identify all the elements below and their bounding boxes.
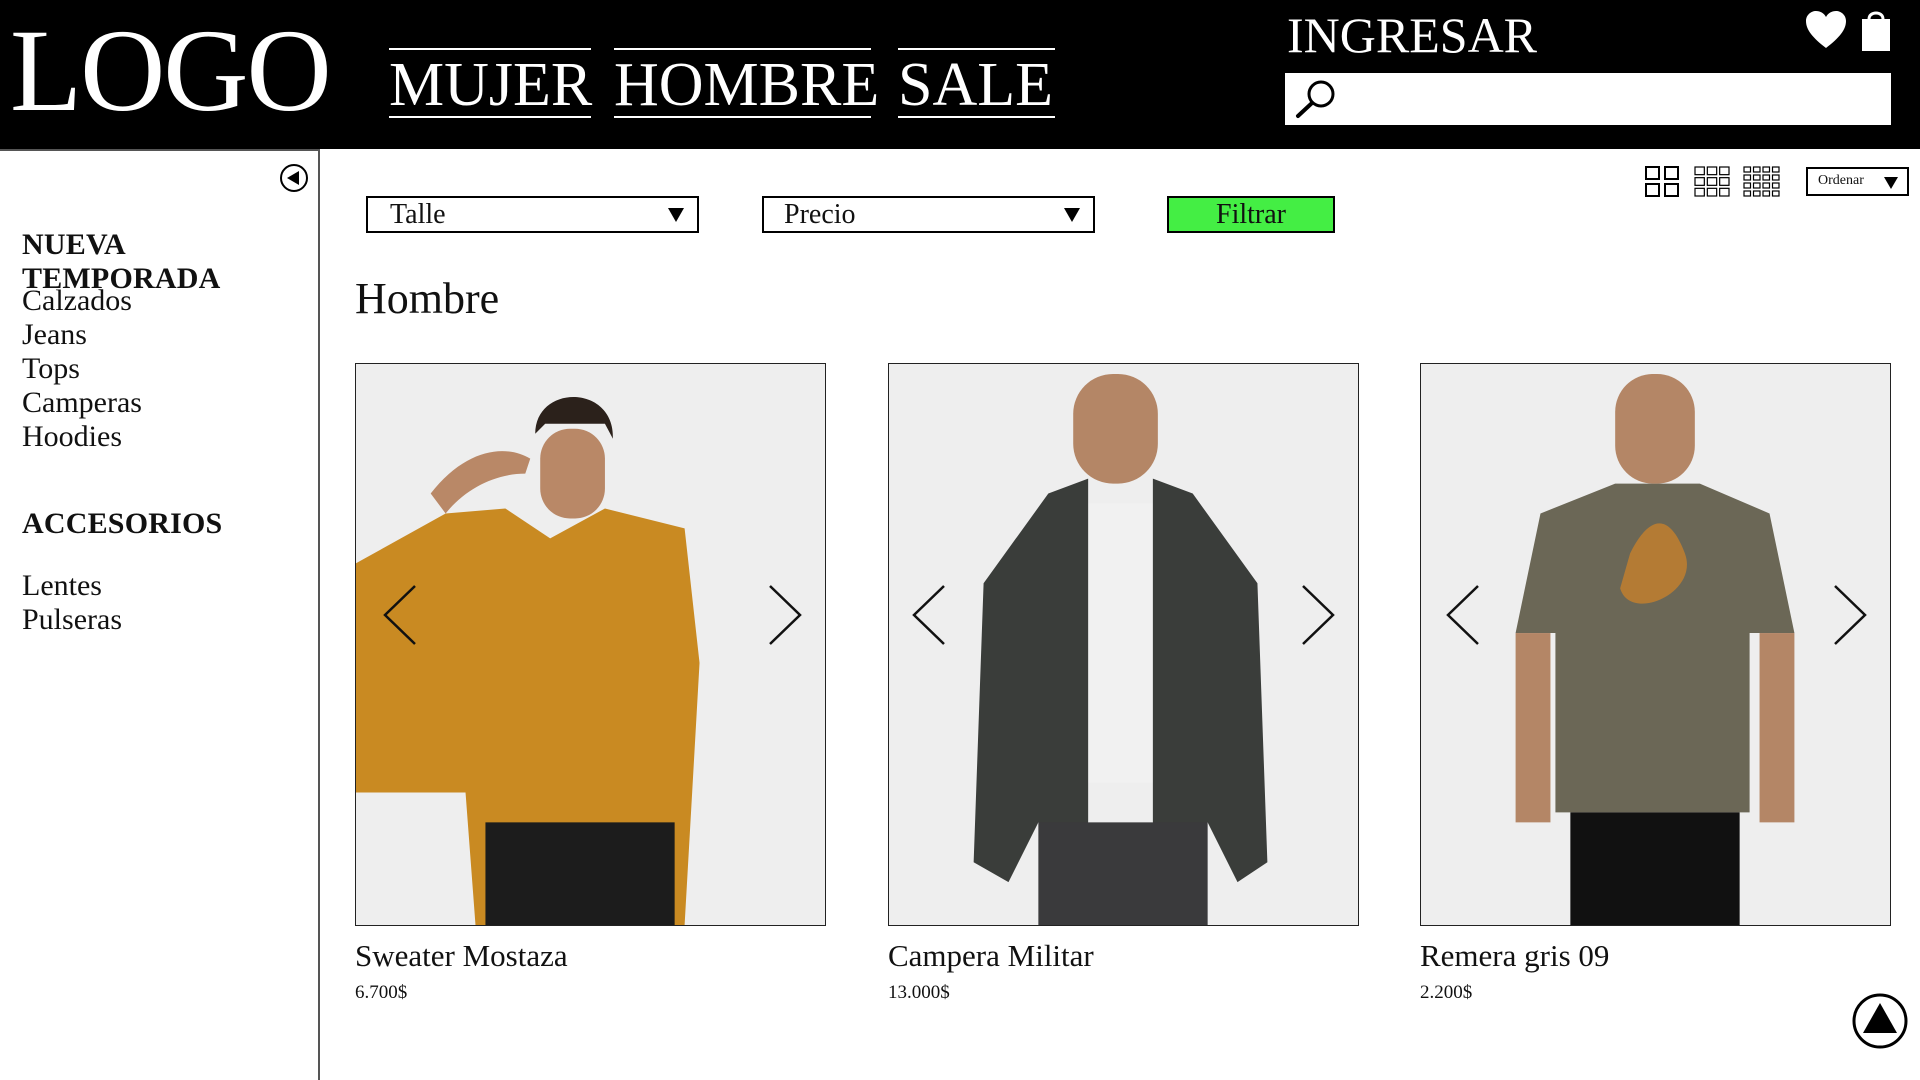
filter-button[interactable]: Filtrar	[1167, 196, 1335, 233]
sidebar-item-jeans[interactable]: Jeans	[22, 318, 142, 352]
grid-cell	[1694, 166, 1705, 176]
dropdown-arrow-icon	[668, 208, 684, 222]
grid-cell	[1706, 177, 1718, 186]
grid-cell	[1743, 174, 1752, 181]
grid-3x3-icon[interactable]	[1694, 166, 1730, 197]
size-dropdown[interactable]: Talle	[366, 196, 699, 233]
search-box	[1285, 73, 1891, 125]
grid-4x4-icon[interactable]	[1743, 166, 1780, 197]
grid-cell	[1719, 166, 1730, 176]
nav-sale[interactable]: SALE	[898, 48, 1055, 119]
sidebar-item-pulseras[interactable]: Pulseras	[22, 603, 122, 637]
sidebar-list-accesorios: Lentes Pulseras	[22, 569, 122, 637]
grid-cell	[1762, 166, 1771, 173]
chevron-left-icon[interactable]	[382, 584, 418, 646]
product-card[interactable]: Campera Militar 13.000$	[888, 363, 1359, 1004]
grid-cell	[1694, 187, 1705, 197]
sidebar-item-lentes[interactable]: Lentes	[22, 569, 122, 603]
grid-cell	[1752, 182, 1761, 189]
sort-dropdown[interactable]: Ordenar	[1806, 167, 1909, 196]
grid-cell	[1706, 166, 1718, 176]
product-price: 6.700$	[355, 982, 408, 1003]
dropdown-arrow-icon	[1064, 208, 1080, 222]
grid-cell	[1752, 166, 1761, 173]
product-image[interactable]	[355, 363, 826, 926]
product-price: 13.000$	[888, 982, 950, 1003]
sort-dropdown-label: Ordenar	[1818, 173, 1864, 188]
sidebar-list-nueva-temporada: Calzados Jeans Tops Camperas Hoodies	[22, 284, 142, 454]
sidebar-item-camperas[interactable]: Camperas	[22, 386, 142, 420]
dropdown-arrow-icon	[1884, 177, 1898, 189]
site-logo[interactable]: LOGO	[10, 12, 332, 130]
search-icon[interactable]	[1293, 79, 1341, 119]
chevron-left-icon[interactable]	[911, 584, 947, 646]
grid-cell	[1762, 182, 1771, 189]
product-card[interactable]: Remera gris 09 2.200$	[1420, 363, 1891, 1004]
grid-cell	[1694, 177, 1705, 186]
product-name[interactable]: Sweater Mostaza	[355, 938, 826, 974]
grid-cell	[1743, 190, 1752, 197]
product-name[interactable]: Remera gris 09	[1420, 938, 1891, 974]
page-title: Hombre	[355, 274, 500, 323]
product-name[interactable]: Campera Militar	[888, 938, 1359, 974]
scroll-to-top-icon[interactable]	[1852, 993, 1908, 1049]
grid-cell	[1762, 174, 1771, 181]
grid-cell	[1762, 190, 1771, 197]
sidebar-heading-accesorios[interactable]: ACCESORIOS	[22, 507, 222, 541]
grid-cell	[1719, 187, 1730, 197]
chevron-right-icon[interactable]	[1300, 584, 1336, 646]
login-link[interactable]: INGRESAR	[1287, 6, 1537, 64]
chevron-right-icon[interactable]	[767, 584, 803, 646]
grid-2x2-icon[interactable]	[1645, 166, 1679, 197]
product-photo	[1421, 364, 1890, 925]
product-photo	[889, 364, 1358, 925]
product-image[interactable]	[888, 363, 1359, 926]
site-header: LOGO MUJER HOMBRE SALE INGRESAR	[0, 0, 1920, 149]
price-dropdown-label: Precio	[784, 199, 856, 230]
product-photo	[356, 364, 825, 925]
price-dropdown[interactable]: Precio	[762, 196, 1095, 233]
collapse-sidebar-icon[interactable]	[279, 163, 309, 193]
grid-cell	[1771, 166, 1780, 173]
product-image[interactable]	[1420, 363, 1891, 926]
product-price: 2.200$	[1420, 982, 1473, 1003]
heart-icon[interactable]	[1805, 10, 1847, 50]
grid-cell	[1743, 166, 1752, 173]
grid-cell	[1771, 174, 1780, 181]
search-input[interactable]	[1347, 77, 1883, 121]
sidebar-item-calzados[interactable]: Calzados	[22, 284, 142, 318]
chevron-left-icon[interactable]	[1445, 584, 1481, 646]
shopping-bag-icon[interactable]	[1859, 7, 1893, 52]
grid-cell	[1743, 182, 1752, 189]
grid-cell	[1771, 182, 1780, 189]
nav-mujer[interactable]: MUJER	[389, 48, 592, 119]
nav-hombre[interactable]: HOMBRE	[614, 48, 879, 119]
sidebar: NUEVA TEMPORADA Calzados Jeans Tops Camp…	[0, 149, 320, 1080]
chevron-right-icon[interactable]	[1832, 584, 1868, 646]
size-dropdown-label: Talle	[390, 199, 446, 230]
sidebar-item-tops[interactable]: Tops	[22, 352, 142, 386]
grid-cell	[1752, 174, 1761, 181]
grid-cell	[1706, 187, 1718, 197]
grid-cell	[1719, 177, 1730, 186]
sidebar-item-hoodies[interactable]: Hoodies	[22, 420, 142, 454]
grid-cell	[1752, 190, 1761, 197]
grid-cell	[1771, 190, 1780, 197]
product-card[interactable]: Sweater Mostaza 6.700$	[355, 363, 826, 1004]
